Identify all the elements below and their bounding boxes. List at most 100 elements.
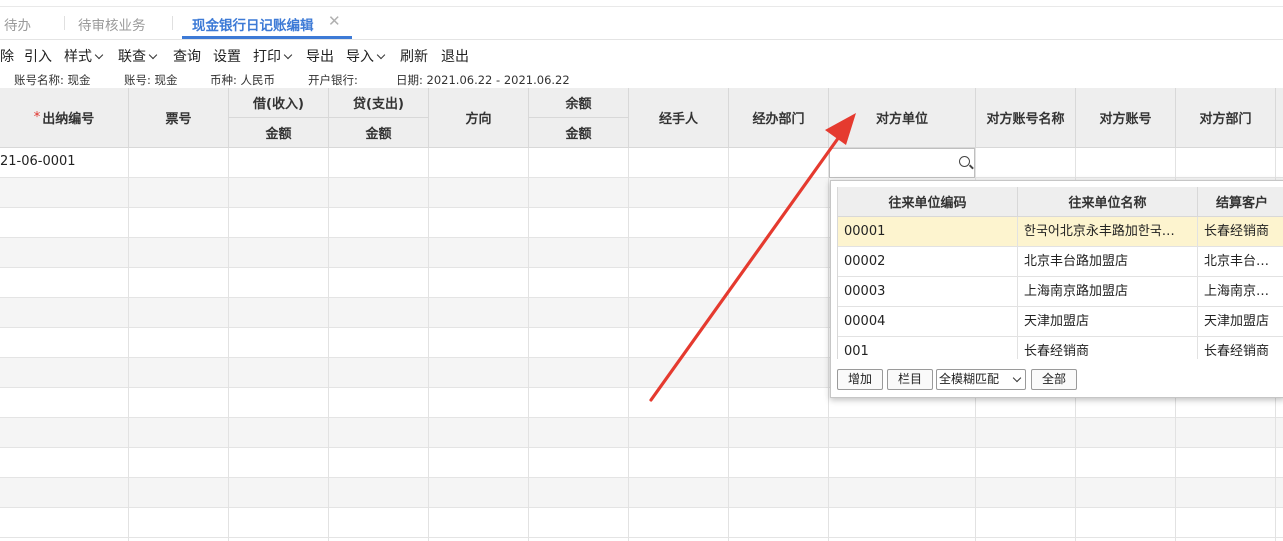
account-name: 账号名称: 现金 xyxy=(14,73,91,87)
column-divider xyxy=(328,148,329,541)
delete-button[interactable]: 除 xyxy=(0,46,14,66)
exit-button[interactable]: 退出 xyxy=(441,46,469,66)
counter-unit-lookup-input[interactable] xyxy=(829,148,975,178)
counter-unit-list: 往来单位编码 往来单位名称 结算客户 00001 한국어北京永丰路加한국… 长春… xyxy=(837,187,1283,359)
tab-todo[interactable]: 待办 xyxy=(4,14,31,34)
header-ticket-no[interactable]: 票号 xyxy=(129,88,229,148)
header-counter-account-name[interactable]: 对方账号名称 xyxy=(976,88,1076,148)
unit-name: 北京丰台路加盟店 xyxy=(1018,247,1198,277)
toolbar: 除 引入 样式 联查 查询 设置 打印 导出 导入 刷新 退出 xyxy=(0,40,1283,70)
account-info-row: 账号名称: 现金 账号: 现金 币种: 人民币 开户银行: 日期: 2021.0… xyxy=(0,70,1283,88)
column-divider xyxy=(728,148,729,541)
list-item[interactable]: 001 长春经销商 长春经销商 xyxy=(838,337,1283,359)
date-range: 日期: 2021.06.22 - 2021.06.22 xyxy=(396,73,570,87)
header-cashier-no-label: 出纳编号 xyxy=(42,112,95,127)
counter-unit-dropdown: 往来单位编码 往来单位名称 结算客户 00001 한국어北京永丰路加한국… 长春… xyxy=(830,180,1283,398)
query-button[interactable]: 查询 xyxy=(173,46,201,66)
chevron-down-icon xyxy=(1012,373,1022,383)
tab-bar: 待办 待审核业务 现金银行日记账编辑 ✕ xyxy=(0,0,1283,40)
popup-header-name[interactable]: 往来单位名称 xyxy=(1018,187,1198,217)
match-mode-value: 全模糊匹配 xyxy=(939,372,1000,386)
add-button[interactable]: 增加 xyxy=(837,369,883,390)
header-debit-amount[interactable]: 金额 xyxy=(229,118,329,148)
chevron-down-icon xyxy=(376,50,386,60)
popup-header-code[interactable]: 往来单位编码 xyxy=(838,187,1018,217)
list-item[interactable]: 00003 上海南京路加盟店 上海南京… xyxy=(838,277,1283,307)
required-mark: * xyxy=(33,110,41,125)
list-item[interactable]: 00001 한국어北京永丰路加한국… 长春经销商 xyxy=(838,217,1283,247)
header-balance-amount[interactable]: 金额 xyxy=(529,118,629,148)
unit-settlement: 上海南京… xyxy=(1198,277,1283,307)
chevron-down-icon xyxy=(283,50,293,60)
column-divider xyxy=(128,148,129,541)
tab-separator xyxy=(172,16,173,30)
link-query-label: 联查 xyxy=(118,49,146,65)
header-counter-account[interactable]: 对方账号 xyxy=(1076,88,1176,148)
header-cashier-no[interactable]: * 出纳编号 xyxy=(0,88,129,148)
column-divider xyxy=(828,148,829,541)
unit-settlement: 北京丰台… xyxy=(1198,247,1283,277)
table-row[interactable] xyxy=(0,478,1283,508)
unit-code: 00002 xyxy=(838,247,1018,277)
unit-name: 长春经销商 xyxy=(1018,337,1198,359)
header-counter-dept[interactable]: 对方部门 xyxy=(1176,88,1276,148)
currency: 币种: 人民币 xyxy=(210,73,276,87)
unit-code: 00003 xyxy=(838,277,1018,307)
unit-code: 00001 xyxy=(838,217,1018,247)
settings-button[interactable]: 设置 xyxy=(213,46,241,66)
header-debit: 借(收入) xyxy=(229,88,329,118)
tab-cash-bank-journal-edit[interactable]: 现金银行日记账编辑 xyxy=(192,14,314,34)
column-divider xyxy=(228,148,229,541)
import-in-button[interactable]: 引入 xyxy=(24,46,52,66)
link-query-menu[interactable]: 联查 xyxy=(118,46,158,66)
unit-name: 한국어北京永丰路加한국… xyxy=(1018,217,1198,247)
unit-name: 上海南京路加盟店 xyxy=(1018,277,1198,307)
unit-name: 天津加盟店 xyxy=(1018,307,1198,337)
print-label: 打印 xyxy=(253,49,281,65)
bank: 开户银行: xyxy=(308,73,358,87)
import-menu[interactable]: 导入 xyxy=(346,46,386,66)
table-row[interactable] xyxy=(0,508,1283,538)
import-label: 导入 xyxy=(346,49,374,65)
match-mode-select[interactable]: 全模糊匹配 xyxy=(936,369,1026,390)
header-direction[interactable]: 方向 xyxy=(429,88,529,148)
unit-code: 00004 xyxy=(838,307,1018,337)
columns-button[interactable]: 栏目 xyxy=(887,369,933,390)
tab-close-icon[interactable]: ✕ xyxy=(328,12,341,30)
table-row[interactable] xyxy=(0,418,1283,448)
unit-settlement: 长春经销商 xyxy=(1198,337,1283,359)
column-divider xyxy=(428,148,429,541)
top-divider xyxy=(0,6,1283,7)
tab-separator xyxy=(64,16,65,30)
header-handler[interactable]: 经手人 xyxy=(629,88,729,148)
header-dept[interactable]: 经办部门 xyxy=(729,88,829,148)
header-overflow xyxy=(1276,88,1283,148)
unit-code: 001 xyxy=(838,337,1018,359)
table-row[interactable]: 21-06-0001 xyxy=(0,148,1283,178)
popup-header-settlement[interactable]: 结算客户 xyxy=(1198,187,1283,217)
print-menu[interactable]: 打印 xyxy=(253,46,293,66)
table-row[interactable] xyxy=(0,448,1283,478)
chevron-down-icon xyxy=(94,50,104,60)
style-menu[interactable]: 样式 xyxy=(64,46,104,66)
header-credit-amount[interactable]: 金额 xyxy=(329,118,429,148)
search-icon[interactable] xyxy=(959,156,970,167)
header-credit: 贷(支出) xyxy=(329,88,429,118)
header-counter-unit[interactable]: 对方单位 xyxy=(829,88,976,148)
all-button[interactable]: 全部 xyxy=(1031,369,1077,390)
chevron-down-icon xyxy=(148,50,158,60)
active-tab-indicator xyxy=(182,36,352,39)
column-divider xyxy=(528,148,529,541)
unit-settlement: 天津加盟店 xyxy=(1198,307,1283,337)
account-number: 账号: 现金 xyxy=(124,73,178,87)
column-divider xyxy=(628,148,629,541)
unit-settlement: 长春经销商 xyxy=(1198,217,1283,247)
tab-pending-review[interactable]: 待审核业务 xyxy=(78,14,146,34)
export-button[interactable]: 导出 xyxy=(306,46,334,66)
header-balance: 余额 xyxy=(529,88,629,118)
refresh-button[interactable]: 刷新 xyxy=(400,46,428,66)
cashier-no-cell[interactable]: 21-06-0001 xyxy=(0,154,76,169)
list-item[interactable]: 00002 北京丰台路加盟店 北京丰台… xyxy=(838,247,1283,277)
list-item[interactable]: 00004 天津加盟店 天津加盟店 xyxy=(838,307,1283,337)
style-label: 样式 xyxy=(64,49,92,65)
